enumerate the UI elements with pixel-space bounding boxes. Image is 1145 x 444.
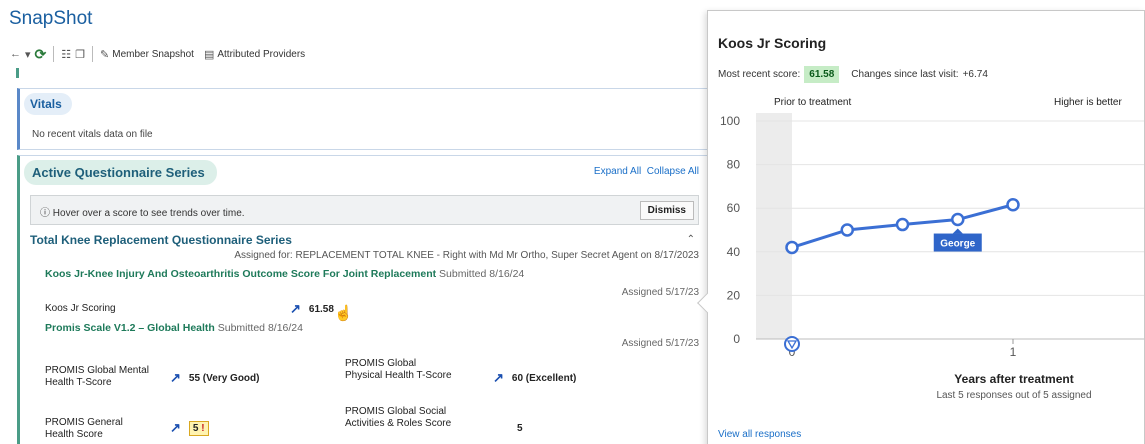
info-icon: ⓘ xyxy=(40,208,50,219)
series-title[interactable]: Total Knee Replacement Questionnaire Ser… xyxy=(30,233,292,247)
point-tooltip: George xyxy=(933,228,982,252)
member-snapshot-label: Member Snapshot xyxy=(112,48,194,60)
toolbar-divider xyxy=(92,46,94,62)
list-icon: ▤ xyxy=(203,48,215,61)
higher-better-label: Higher is better xyxy=(1054,97,1122,108)
prior-treatment-label: Prior to treatment xyxy=(774,97,851,108)
recent-score-badge: 61.58 xyxy=(804,66,840,83)
y-tick-label: 80 xyxy=(727,158,741,172)
data-point[interactable] xyxy=(951,212,965,227)
assigned-for-text: Assigned for: REPLACEMENT TOTAL KNEE - R… xyxy=(234,250,699,261)
promis-submitted: Submitted 8/16/24 xyxy=(217,322,303,334)
x-axis-ticks: 01 xyxy=(789,339,1017,359)
koos-title-text[interactable]: Koos Jr-Knee Injury And Osteoarthritis O… xyxy=(45,268,436,280)
physical-health-value[interactable]: 60 (Excellent) xyxy=(512,373,576,384)
start-marker xyxy=(784,336,800,352)
data-point[interactable] xyxy=(840,223,854,237)
promis-questionnaire-title: Promis Scale V1.2 – Global Health Submit… xyxy=(45,322,303,334)
koos-assigned: Assigned 5/17/23 xyxy=(621,287,699,298)
x-tick-label: 1 xyxy=(1010,345,1017,359)
general-health-value: 5 xyxy=(192,422,199,434)
tooltip-arrow xyxy=(952,228,963,234)
data-points xyxy=(785,198,1020,255)
chart-subtitle: Last 5 responses out of 5 assigned xyxy=(936,390,1091,401)
copy-icon[interactable]: ❐ xyxy=(75,48,85,61)
y-tick-label: 20 xyxy=(727,288,741,302)
warning-badge[interactable]: 5 ! xyxy=(188,420,209,436)
dismiss-button[interactable]: Dismiss xyxy=(639,201,694,220)
y-tick-label: 60 xyxy=(727,201,741,215)
warning-icon: ! xyxy=(201,422,205,434)
trend-up-icon: ↗ xyxy=(170,420,181,435)
physical-health-label: PROMIS Global Physical Health T-Score xyxy=(345,358,452,381)
general-health-label: PROMIS General Health Score xyxy=(45,417,123,440)
trend-up-icon: ↗ xyxy=(290,301,301,316)
hand-cursor-icon: ☝ xyxy=(334,305,353,322)
hover-tip: ⓘ Hover over a score to see trends over … xyxy=(40,204,245,219)
social-activities-value[interactable]: 5 xyxy=(517,423,523,434)
changes-label: Changes since last visit: xyxy=(851,69,959,80)
toolbar: ← ▾ ⟳ ☷ ❐ ✎ Member Snapshot ▤ Attributed… xyxy=(10,44,305,64)
promis-title-text[interactable]: Promis Scale V1.2 – Global Health xyxy=(45,322,215,334)
trend-popover: Koos Jr Scoring Most recent score: 61.58… xyxy=(707,10,1145,444)
popover-title: Koos Jr Scoring xyxy=(718,35,827,51)
collapse-chevron-icon[interactable]: ⌃ xyxy=(687,234,695,245)
chart-grid xyxy=(756,120,1144,340)
physical-health-score[interactable]: ↗ 60 (Excellent) xyxy=(493,370,576,386)
y-axis-ticks: 0 20 40 60 80 100 xyxy=(720,114,740,346)
prior-treatment-band xyxy=(756,113,792,339)
data-point[interactable] xyxy=(785,240,799,255)
koos-score[interactable]: ↗ 61.58 xyxy=(290,301,334,317)
trend-up-icon: ↗ xyxy=(493,370,504,385)
data-point[interactable] xyxy=(895,217,910,232)
y-tick-label: 40 xyxy=(727,245,741,259)
attributed-providers-label: Attributed Providers xyxy=(217,48,306,60)
back-arrow-icon[interactable]: ← xyxy=(10,48,21,60)
questionnaire-section: Active Questionnaire Series Expand All C… xyxy=(17,155,709,444)
mental-health-value[interactable]: 55 (Very Good) xyxy=(189,373,260,384)
hover-tip-text: Hover over a score to see trends over ti… xyxy=(52,208,245,219)
koos-questionnaire-title: Koos Jr-Knee Injury And Osteoarthritis O… xyxy=(45,268,524,280)
refresh-icon[interactable]: ⟳ xyxy=(35,46,47,63)
member-snapshot-button[interactable]: ✎ Member Snapshot xyxy=(100,48,194,61)
binoculars-icon[interactable]: ☷ xyxy=(61,48,71,61)
trend-up-icon: ↗ xyxy=(170,370,181,385)
attributed-providers-button[interactable]: ▤ Attributed Providers xyxy=(204,48,305,61)
vitals-section: Vitals No recent vitals data on file xyxy=(17,88,709,150)
tooltip-text: George xyxy=(940,239,975,250)
edit-icon: ✎ xyxy=(100,48,110,61)
toolbar-divider xyxy=(53,46,55,62)
y-tick-label: 0 xyxy=(733,332,740,346)
dropdown-icon[interactable]: ▾ xyxy=(25,48,31,61)
mental-health-score[interactable]: ↗ 55 (Very Good) xyxy=(170,370,259,386)
data-point[interactable] xyxy=(1006,198,1020,212)
promis-assigned: Assigned 5/17/23 xyxy=(621,338,699,349)
koos-score-value[interactable]: 61.58 xyxy=(309,304,334,315)
collapse-all-link[interactable]: Collapse All xyxy=(647,166,699,177)
changes-value: +6.74 xyxy=(962,69,988,80)
general-health-score[interactable]: ↗ 5 ! xyxy=(170,420,209,436)
x-axis-label: Years after treatment xyxy=(954,372,1073,386)
expand-all-link[interactable]: Expand All xyxy=(594,166,641,177)
social-activities-score[interactable]: 5 xyxy=(517,423,523,434)
koos-score-label: Koos Jr Scoring xyxy=(45,303,116,314)
questionnaire-header[interactable]: Active Questionnaire Series xyxy=(24,160,217,185)
koos-trend-chart: 0 20 40 60 80 100 01 Prior to treatment Highe… xyxy=(720,97,1144,401)
app-title: SnapShot xyxy=(9,8,93,29)
section-accent xyxy=(16,68,19,78)
koos-submitted: Submitted 8/16/24 xyxy=(439,268,525,280)
expand-collapse-links: Expand All Collapse All xyxy=(594,166,699,177)
y-tick-label: 100 xyxy=(720,114,740,128)
mental-health-label: PROMIS Global Mental Health T-Score xyxy=(45,365,149,388)
recent-score-label: Most recent score: xyxy=(718,69,801,80)
vitals-header[interactable]: Vitals xyxy=(24,93,72,115)
view-all-responses-link[interactable]: View all responses xyxy=(718,429,801,440)
social-activities-label: PROMIS Global Social Activities & Roles … xyxy=(345,406,452,429)
vitals-message: No recent vitals data on file xyxy=(32,129,153,140)
recent-score-row: Most recent score: 61.58 Changes since l… xyxy=(718,66,988,83)
hover-tip-banner: ⓘ Hover over a score to see trends over … xyxy=(30,195,699,225)
